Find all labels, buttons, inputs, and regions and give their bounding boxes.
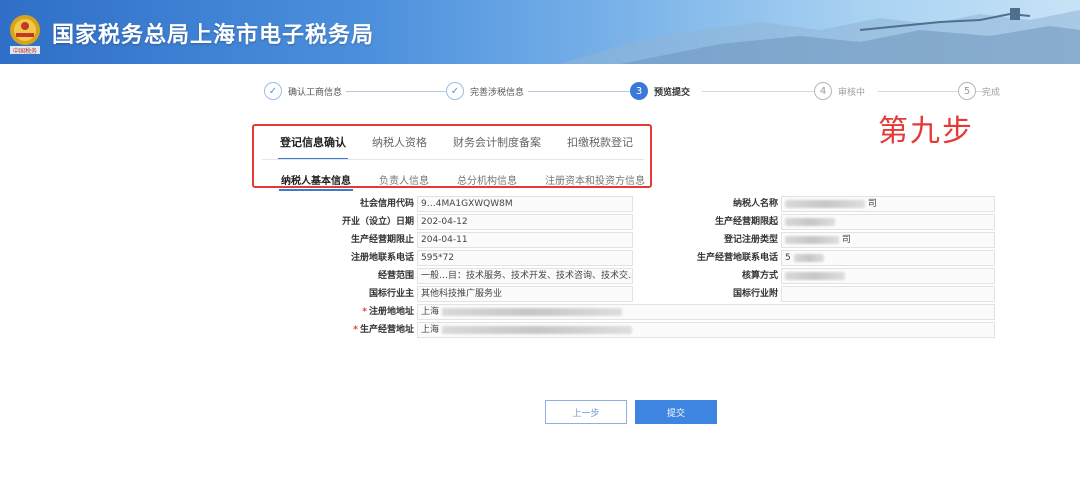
credit-code-value: 9…4MA1GXWQW8M (421, 199, 513, 209)
tax-emblem-icon: 中国税务 (10, 15, 40, 55)
required-marker: * (362, 307, 367, 317)
progress-steps: ✓ 确认工商信息 ✓ 完善涉税信息 3 预览提交 4 审核中 5 完成 (264, 81, 1004, 101)
period-start-field (781, 214, 995, 230)
credit-code-field: 9…4MA1GXWQW8M (417, 196, 633, 212)
reg-address-label: * 注册地地址 (362, 304, 414, 321)
biz-phone-label: 生产经营地联系电话 (696, 253, 778, 263)
step-5: 5 完成 (958, 81, 1000, 101)
reg-address-label-text: 注册地地址 (368, 307, 414, 317)
step-2-label: 完善涉税信息 (470, 87, 525, 98)
biz-address-field: 上海 (417, 322, 995, 338)
reg-address-value: 上海 (421, 307, 440, 317)
period-end-field: 204-04-11 (417, 232, 633, 248)
accounting-label: 核算方式 (741, 271, 778, 281)
tab-taxpayer-qualification[interactable]: 纳税人资格 (372, 134, 427, 152)
primary-tabs: 登记信息确认 纳税人资格 财务会计制度备案 扣缴税款登记 (278, 134, 659, 160)
prev-step-button[interactable]: 上一步 (545, 400, 627, 424)
period-end-label: 生产经营期限止 (350, 235, 414, 245)
reg-address-field: 上海 (417, 304, 995, 320)
scope-field: 一般…目：技术服务、技术开发、技术咨询、技术交... (417, 268, 633, 284)
scope-label: 经营范围 (377, 271, 414, 281)
redacted-mask (793, 253, 824, 262)
industry-main-label: 国标行业主 (368, 289, 414, 299)
step-connector (346, 91, 446, 92)
reg-phone-label: 注册地联系电话 (350, 253, 414, 263)
step-1: ✓ 确认工商信息 (264, 81, 342, 101)
step-3-number: 3 (630, 82, 648, 100)
site-title: 国家税务总局上海市电子税务局 (52, 23, 375, 48)
form-row: * 注册地地址 上海 (0, 304, 1080, 321)
step-2: ✓ 完善涉税信息 (446, 81, 524, 101)
tabs-divider (262, 159, 644, 160)
step-connector (528, 91, 630, 92)
redacted-mask (785, 235, 839, 244)
redacted-mask (785, 217, 835, 226)
step-4: 4 审核中 (814, 81, 865, 101)
required-marker: * (353, 325, 358, 335)
scope-value: 一般…目：技术服务、技术开发、技术咨询、技术交... (421, 271, 633, 281)
open-date-label: 开业（设立）日期 (341, 217, 414, 227)
step-5-number: 5 (958, 82, 976, 100)
form-row: 社会信用代码 9…4MA1GXWQW8M 纳税人名称 司 (0, 196, 1080, 213)
redacted-mask (785, 199, 865, 208)
taxpayer-name-field: 司 (781, 196, 995, 212)
reg-type-label: 登记注册类型 (723, 235, 778, 245)
tab-taxpayer-basic[interactable]: 纳税人基本信息 (279, 172, 353, 191)
step-4-number: 4 (814, 82, 832, 100)
form-row: * 生产经营地址 上海 (0, 322, 1080, 339)
tab-capital-investors[interactable]: 注册资本和投资方信息 (545, 172, 645, 188)
step-5-label: 完成 (982, 87, 1001, 98)
biz-address-value: 上海 (421, 325, 440, 335)
accounting-field (781, 268, 995, 284)
industry-sub-label: 国标行业附 (732, 289, 778, 299)
step-3-label: 预览提交 (654, 87, 691, 98)
form-row: 国标行业主 其他科技推广服务业 国标行业附 (0, 286, 1080, 303)
credit-code-label: 社会信用代码 (359, 199, 414, 209)
form-row: 经营范围 一般…目：技术服务、技术开发、技术咨询、技术交... 核算方式 (0, 268, 1080, 285)
biz-phone-field: 5 (781, 250, 995, 266)
submit-button[interactable]: 提交 (635, 400, 717, 424)
form-row: 生产经营期限止 204-04-11 登记注册类型 司 (0, 232, 1080, 249)
open-date-value: 202-04-12 (421, 217, 468, 227)
industry-main-value: 其他科技推广服务业 (421, 289, 503, 299)
biz-address-label-text: 生产经营地址 (359, 325, 414, 335)
taxpayer-name-value: 司 (867, 199, 877, 209)
reg-phone-value: 595*72 (421, 253, 455, 263)
svg-text:中国税务: 中国税务 (13, 47, 37, 55)
form-row: 注册地联系电话 595*72 生产经营地联系电话 5 (0, 250, 1080, 267)
open-date-field: 202-04-12 (417, 214, 633, 230)
biz-address-label: * 生产经营地址 (353, 322, 414, 339)
tab-responsible-person[interactable]: 负责人信息 (379, 172, 429, 188)
step-3: 3 预览提交 (630, 81, 690, 101)
step-annotation: 第九步 (878, 114, 974, 149)
step-4-label: 审核中 (838, 87, 866, 98)
redacted-mask (785, 271, 845, 280)
reg-type-value: 司 (841, 235, 851, 245)
secondary-tabs: 纳税人基本信息 负责人信息 总分机构信息 注册资本和投资方信息 (279, 172, 673, 191)
tab-accounting-filing[interactable]: 财务会计制度备案 (453, 134, 541, 152)
step-2-check-icon: ✓ (446, 82, 464, 100)
industry-sub-field (781, 286, 995, 302)
reg-type-field: 司 (781, 232, 995, 248)
tab-withholding-registration[interactable]: 扣缴税款登记 (567, 134, 633, 152)
form-row: 开业（设立）日期 202-04-12 生产经营期限起 (0, 214, 1080, 231)
industry-main-field: 其他科技推广服务业 (417, 286, 633, 302)
reg-phone-field: 595*72 (417, 250, 633, 266)
period-end-value: 204-04-11 (421, 235, 468, 245)
tab-registration-confirm[interactable]: 登记信息确认 (278, 134, 348, 160)
redacted-mask (441, 307, 622, 316)
redacted-mask (441, 325, 632, 334)
step-connector (702, 91, 814, 92)
taxpayer-name-label: 纳税人名称 (732, 199, 778, 209)
biz-phone-value: 5 (785, 253, 791, 263)
step-1-check-icon: ✓ (264, 82, 282, 100)
period-start-label: 生产经营期限起 (714, 217, 778, 227)
tab-branch-info[interactable]: 总分机构信息 (457, 172, 517, 188)
site-header: 中国税务 国家税务总局上海市电子税务局 (0, 0, 1080, 64)
step-1-label: 确认工商信息 (288, 87, 343, 98)
